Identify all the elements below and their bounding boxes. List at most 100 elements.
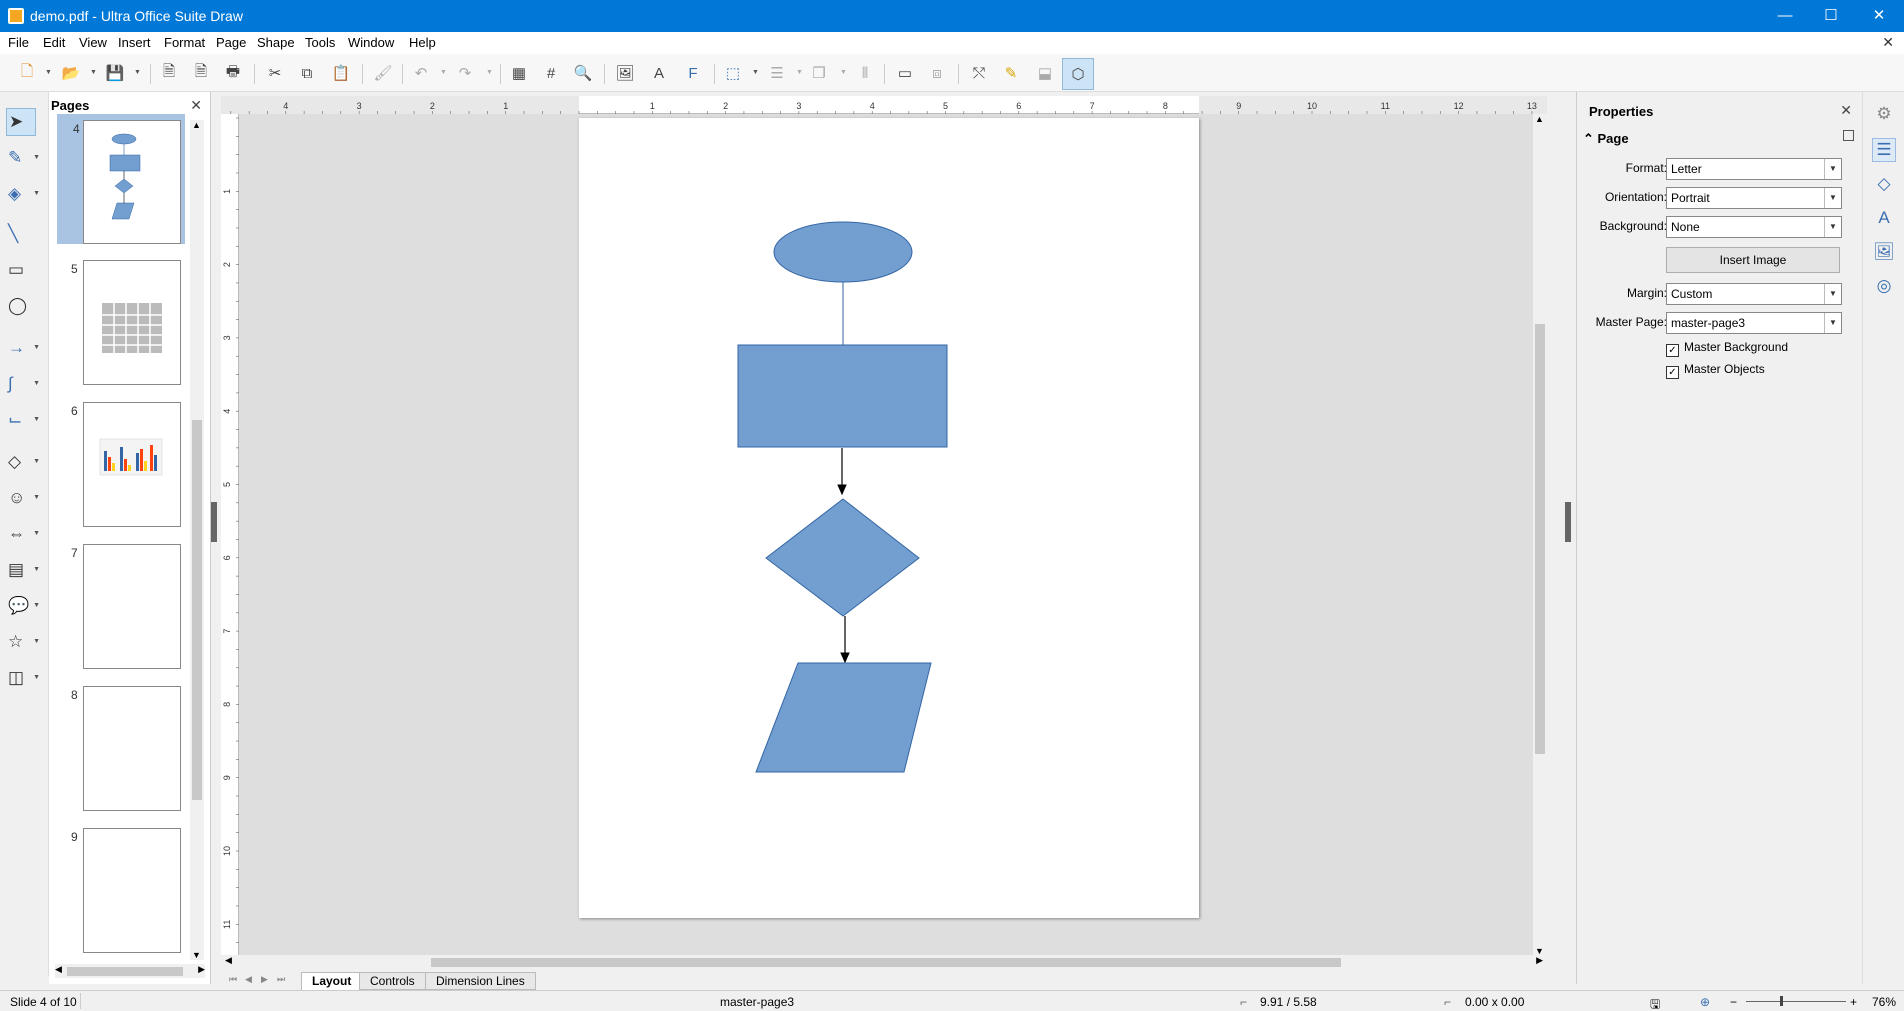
select-tool-icon[interactable]: ➤ (6, 108, 36, 136)
page-thumbnail-9[interactable] (83, 828, 181, 953)
scroll-right-icon[interactable]: ▶ (1536, 955, 1543, 966)
line-ends-arrow-icon[interactable]: → ▼ (6, 334, 40, 362)
margin-select[interactable]: Custom ▼ (1666, 283, 1842, 305)
drawing-page[interactable] (579, 118, 1199, 918)
connector-tool-icon[interactable]: ⌙ ▼ (6, 406, 40, 434)
diamond-shape[interactable] (765, 498, 920, 617)
new-document-icon[interactable]: 🗋 (16, 62, 38, 84)
menu-page[interactable]: Page (216, 35, 246, 50)
master-background-checkbox[interactable]: ✓ Master Background (1666, 340, 1788, 357)
align-icon[interactable]: ☰ (766, 62, 788, 84)
scroll-down-icon[interactable]: ▼ (192, 950, 201, 960)
flowchart-shapes-icon[interactable]: ▤ ▼ (6, 556, 40, 584)
print-icon[interactable]: 🖶 (222, 62, 244, 84)
menu-view[interactable]: View (79, 35, 107, 50)
settings-gear-icon[interactable]: ⚙ (1872, 102, 1896, 126)
close-document-icon[interactable]: ✕ (1882, 34, 1894, 51)
tab-layout[interactable]: Layout (301, 972, 363, 990)
canvas-vertical-scrollbar[interactable]: ▲ ▼ (1533, 114, 1547, 956)
points-icon[interactable]: ⤲ (968, 62, 990, 84)
scroll-up-icon[interactable]: ▲ (192, 120, 201, 130)
next-tab-icon[interactable]: ▶ (261, 974, 268, 985)
pages-vertical-scrollbar[interactable]: ▲ ▼ (190, 120, 204, 960)
helplines-icon[interactable]: # (540, 62, 562, 84)
page-thumbnail-8[interactable] (83, 686, 181, 811)
orientation-select[interactable]: Portrait ▼ (1666, 187, 1842, 209)
undo-icon[interactable]: ↶ (410, 62, 432, 84)
canvas-horizontal-scrollbar[interactable]: ◀ ▶ (221, 955, 1547, 969)
3d-objects-icon[interactable]: ◫ ▼ (6, 664, 40, 692)
menu-tools[interactable]: Tools (305, 35, 335, 50)
zoom-icon[interactable]: 🔍 (572, 62, 594, 84)
ellipse-tool-icon[interactable]: ◯ (6, 292, 40, 320)
minimize-button[interactable]: — (1762, 0, 1808, 32)
transformations-icon[interactable]: ⬚ (722, 62, 744, 84)
pages-horizontal-scrollbar[interactable]: ◀ ▶ (55, 964, 205, 978)
prev-tab-icon[interactable]: ◀ (245, 974, 252, 985)
fontwork-icon[interactable]: F (682, 62, 704, 84)
clone-formatting-icon[interactable]: 🖌 (372, 62, 394, 84)
ellipse-shape[interactable] (773, 221, 913, 283)
rectangle-tool-icon[interactable]: ▭ (6, 256, 40, 284)
line-color-icon[interactable]: ✎ ▼ (6, 144, 40, 172)
close-properties-icon[interactable]: ✕ (1840, 102, 1852, 119)
glue-points-icon[interactable]: ✎ (1000, 62, 1022, 84)
scroll-left-icon[interactable]: ◀ (225, 955, 232, 966)
copy-icon[interactable]: ⧉ (296, 62, 318, 84)
fit-page-icon[interactable]: ⊕ (1700, 995, 1710, 1009)
zoom-slider-handle[interactable] (1780, 996, 1783, 1006)
tab-controls[interactable]: Controls (359, 972, 426, 990)
menu-insert[interactable]: Insert (118, 35, 151, 50)
document-modified-icon[interactable]: 🖫 (1650, 995, 1660, 1011)
page-thumbnail-7[interactable] (83, 544, 181, 669)
menu-file[interactable]: File (8, 35, 29, 50)
rectangle-shape[interactable] (737, 344, 948, 448)
paste-icon[interactable]: 📋 (330, 62, 352, 84)
menu-shape[interactable]: Shape (257, 35, 295, 50)
export-pdf-icon[interactable]: 🗎 (190, 62, 212, 84)
menu-edit[interactable]: Edit (43, 35, 65, 50)
page-thumbnail-6[interactable] (83, 402, 181, 527)
page-section-header[interactable]: ⌃ Page (1583, 131, 1629, 147)
shapes-deck-icon[interactable]: ◇ (1872, 172, 1896, 196)
page-thumbnail-5[interactable] (83, 260, 181, 385)
crop-image-icon[interactable]: ⧈ (926, 62, 948, 84)
master-page-select[interactable]: master-page3 ▼ (1666, 312, 1842, 334)
block-arrows-icon[interactable]: ⇔ ▼ (6, 520, 40, 548)
toggle-extrusion-icon[interactable]: ⬓ (1034, 62, 1056, 84)
scroll-up-icon[interactable]: ▲ (1535, 114, 1544, 124)
save-icon[interactable]: 💾 (104, 62, 126, 84)
distribute-icon[interactable]: ⫴ (854, 62, 876, 84)
maximize-button[interactable]: ☐ (1808, 0, 1854, 32)
close-pages-panel-icon[interactable]: ✕ (190, 97, 202, 114)
arrange-icon[interactable]: ❐ (808, 62, 830, 84)
more-options-icon[interactable] (1843, 130, 1854, 141)
menu-help[interactable]: Help (409, 35, 436, 50)
insert-textbox-icon[interactable]: A (648, 62, 670, 84)
close-window-button[interactable]: ✕ (1856, 0, 1902, 32)
pages-panel-collapse-handle[interactable] (211, 502, 217, 542)
parallelogram-shape[interactable] (755, 662, 932, 773)
drawing-canvas[interactable]: ▲ ▼ (239, 114, 1547, 956)
navigator-compass-icon[interactable]: ◎ (1872, 274, 1896, 298)
menu-format[interactable]: Format (164, 35, 205, 50)
curve-tool-icon[interactable]: ∫ ▼ (6, 370, 40, 398)
symbol-shapes-icon[interactable]: ☺ ▼ (6, 484, 40, 512)
zoom-slider[interactable] (1746, 1001, 1846, 1002)
zoom-out-icon[interactable]: − (1730, 995, 1737, 1009)
callout-shapes-icon[interactable]: 💬 ▼ (6, 592, 40, 620)
redo-icon[interactable]: ↷ (454, 62, 476, 84)
line-tool-icon[interactable]: ╲ (6, 220, 40, 248)
shadow-icon[interactable]: ▭ (894, 62, 916, 84)
first-tab-icon[interactable]: ⏮ (229, 974, 237, 985)
properties-deck-icon[interactable]: ☰ (1872, 138, 1896, 162)
sidebar-collapse-handle[interactable] (1565, 502, 1571, 542)
page-thumbnail-4[interactable] (83, 120, 181, 244)
export-icon[interactable]: 🗎 (158, 62, 180, 84)
grid-icon[interactable]: ▦ (508, 62, 530, 84)
basic-shapes-icon[interactable]: ◇ ▼ (6, 448, 40, 476)
show-draw-functions-icon[interactable]: ⬡ (1062, 58, 1094, 90)
master-objects-checkbox[interactable]: ✓ Master Objects (1666, 362, 1765, 379)
tab-dimension-lines[interactable]: Dimension Lines (425, 972, 536, 990)
background-select[interactable]: None ▼ (1666, 216, 1842, 238)
